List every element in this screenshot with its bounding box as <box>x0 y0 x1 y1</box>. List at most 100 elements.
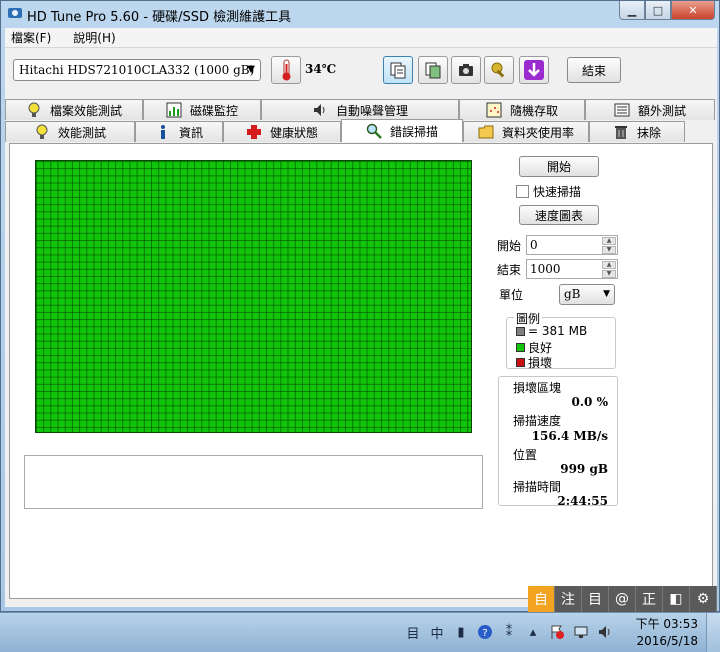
clock-date: 2016/5/18 <box>636 634 698 648</box>
chevron-down-icon: ▼ <box>247 64 255 75</box>
tray-expand-icon[interactable]: ▴ <box>524 623 542 641</box>
menu-file[interactable]: 檔案(F) <box>11 29 51 46</box>
drive-select[interactable]: Hitachi HDS721010CLA332 (1000 gB) ▼ <box>13 59 261 81</box>
start-scan-button[interactable]: 開始 <box>519 156 599 177</box>
tab-noise-management[interactable]: 自動噪聲管理 <box>261 99 459 120</box>
options-button[interactable] <box>484 56 514 84</box>
spin-down-icon[interactable]: ▼ <box>602 246 616 254</box>
ime-button[interactable]: ◧ <box>663 586 690 612</box>
volume-icon[interactable] <box>596 623 614 641</box>
exit-button[interactable]: 結束 <box>567 57 621 83</box>
legend-swatch-gray <box>516 326 525 336</box>
start-position-input[interactable]: 0 ▲ ▼ <box>526 235 618 255</box>
tab-label: 自動噪聲管理 <box>335 103 408 118</box>
tab-random-access[interactable]: 隨機存取 <box>459 99 585 120</box>
maximize-button[interactable]: □ <box>645 1 671 20</box>
save-button[interactable] <box>519 56 549 84</box>
tab-folder-usage[interactable]: 資料夾使用率 <box>463 121 589 142</box>
action-center-flag-icon[interactable] <box>548 623 566 641</box>
tab-label: 健康狀態 <box>269 125 318 140</box>
health-cross-icon <box>246 125 261 139</box>
start-position-label: 開始 <box>497 239 522 253</box>
system-tray: 目 中 ▮ ? ⁑ ▴ <box>404 623 614 642</box>
unit-select-value: gB <box>564 287 581 301</box>
quick-scan-checkbox[interactable] <box>516 185 529 198</box>
file-benchmark-icon <box>28 102 40 117</box>
tab-health[interactable]: 健康狀態 <box>223 121 341 142</box>
ime-button[interactable]: 自 <box>528 586 555 612</box>
clock-time: 下午 03:53 <box>635 617 698 631</box>
screenshot-button[interactable] <box>451 56 481 84</box>
help-icon[interactable]: ? <box>476 623 494 641</box>
title-bar[interactable]: HD Tune Pro 5.60 - 硬碟/SSD 檢測維護工具 ▁ □ ✕ <box>1 1 719 27</box>
menu-help[interactable]: 說明(H) <box>73 29 115 46</box>
separator-icon: ▮ <box>457 624 465 640</box>
tab-label: 磁碟監控 <box>189 103 238 118</box>
copy-text-button[interactable] <box>383 56 413 84</box>
sector-scan-grid <box>35 160 472 433</box>
disk-monitor-icon <box>166 102 182 118</box>
legend-item-damaged: 損壞 <box>516 354 552 371</box>
spin-down-icon[interactable]: ▼ <box>602 270 616 278</box>
spin-up-icon[interactable]: ▲ <box>602 261 616 269</box>
end-position-input[interactable]: 1000 ▲ ▼ <box>526 259 618 279</box>
language-icon[interactable]: 中 <box>428 623 446 642</box>
damaged-blocks-label: 損壞區塊 <box>513 381 562 395</box>
app-window: HD Tune Pro 5.60 - 硬碟/SSD 檢測維護工具 ▁ □ ✕ 檔… <box>0 0 720 612</box>
legend-label: 損壞 <box>528 356 553 370</box>
tab-error-scan[interactable]: 錯誤掃描 <box>341 119 463 142</box>
show-desktop-button[interactable] <box>706 613 720 652</box>
input-mode-icon[interactable]: 目 <box>404 623 422 642</box>
tab-disk-monitor[interactable]: 磁碟監控 <box>143 99 261 120</box>
tab-extra-tests[interactable]: 額外測試 <box>585 99 715 120</box>
ime-button[interactable]: 目 <box>582 586 609 612</box>
copy-screenshot-button[interactable] <box>418 56 448 84</box>
quick-scan-label: 快速掃描 <box>533 185 582 199</box>
lightbulb-icon <box>36 124 48 139</box>
tab-label: 檔案效能測試 <box>49 103 122 118</box>
scan-time-value: 2:44:55 <box>557 494 608 508</box>
window-title: HD Tune Pro 5.60 - 硬碟/SSD 檢測維護工具 <box>27 10 292 25</box>
ime-toolbar: 自 注 目 @ 正 ◧ ⚙ <box>528 586 717 612</box>
ime-settings-button[interactable]: ⚙ <box>690 586 717 612</box>
random-access-icon <box>486 102 502 118</box>
position-value: 999 gB <box>560 462 608 476</box>
legend-item-block-size: = 381 MB <box>516 324 587 338</box>
info-icon <box>160 125 165 139</box>
minimize-button[interactable]: ▁ <box>619 1 645 20</box>
ime-button[interactable]: 正 <box>636 586 663 612</box>
legend-label: = 381 MB <box>528 324 588 338</box>
scan-log-box[interactable] <box>24 455 483 509</box>
tab-row-top: 檔案效能測試 磁碟監控 自動噪聲管理 隨機存取 額外測試 <box>5 99 715 120</box>
end-position-label: 結束 <box>497 263 522 277</box>
scan-time-label: 掃描時間 <box>513 480 562 494</box>
chevron-down-icon: ▼ <box>603 289 610 299</box>
speed-chart-button[interactable]: 速度圖表 <box>519 205 599 225</box>
svg-text:?: ? <box>482 628 487 639</box>
ime-button[interactable]: 注 <box>555 586 582 612</box>
tab-label: 抹除 <box>636 125 661 140</box>
taskbar-clock[interactable]: 下午 03:53 2016/5/18 <box>636 616 698 650</box>
ime-button[interactable]: @ <box>609 586 636 612</box>
download-arrow-icon <box>524 60 544 80</box>
spin-up-icon[interactable]: ▲ <box>602 237 616 245</box>
tab-erase[interactable]: 抹除 <box>589 121 685 142</box>
end-position-value: 1000 <box>530 262 561 276</box>
client-area: Hitachi HDS721010CLA332 (1000 gB) ▼ 34℃ <box>5 48 717 607</box>
scan-speed-label: 掃描速度 <box>513 414 562 428</box>
network-icon[interactable] <box>572 623 590 641</box>
start-position-value: 0 <box>530 238 538 252</box>
ime-options-icon[interactable]: ⁑ <box>500 623 518 641</box>
quick-scan-option[interactable]: 快速掃描 <box>516 183 581 200</box>
trash-icon <box>614 126 627 139</box>
close-button[interactable]: ✕ <box>671 1 715 20</box>
toolbar: Hitachi HDS721010CLA332 (1000 gB) ▼ 34℃ <box>5 48 717 94</box>
temperature-button[interactable] <box>271 56 301 84</box>
temperature-readout: 34℃ <box>305 62 337 76</box>
scan-speed-value: 156.4 MB/s <box>531 429 608 443</box>
unit-select[interactable]: gB ▼ <box>559 284 615 305</box>
tab-label: 額外測試 <box>637 103 686 118</box>
tab-benchmark[interactable]: 效能測試 <box>5 121 135 142</box>
tab-file-benchmark[interactable]: 檔案效能測試 <box>5 99 143 120</box>
tab-info[interactable]: 資訊 <box>135 121 223 142</box>
